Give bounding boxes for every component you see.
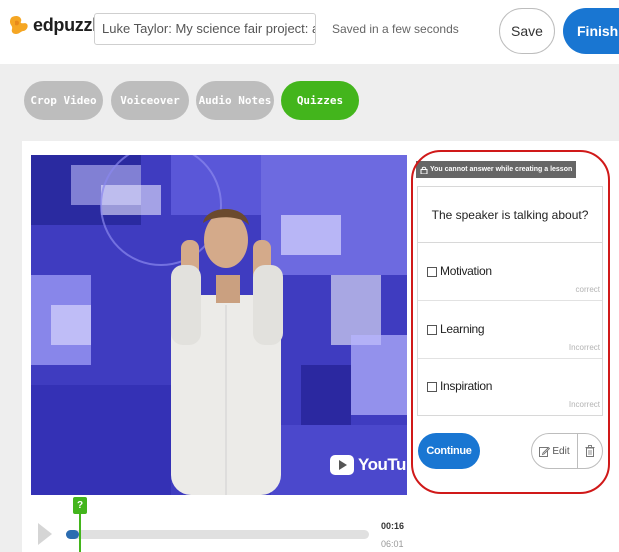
tab-quizzes[interactable]: Quizzes (281, 81, 359, 120)
play-icon[interactable] (38, 523, 52, 545)
answer-option[interactable]: Motivation correct (418, 244, 602, 301)
edpuzzle-logo[interactable]: edpuzzle (8, 14, 107, 36)
youtube-logo[interactable]: YouTube (330, 455, 425, 475)
edit-button[interactable]: Edit (532, 434, 578, 468)
save-button[interactable]: Save (499, 8, 555, 54)
saved-status: Saved in a few seconds (332, 22, 459, 36)
current-time: 00:16 (381, 521, 405, 531)
continue-button[interactable]: Continue (418, 433, 480, 469)
lesson-title-input[interactable]: Luke Taylor: My science fair project: a … (94, 13, 316, 45)
locked-notice: You cannot answer while creating a lesso… (416, 161, 577, 178)
answer-checkbox[interactable] (427, 382, 437, 392)
answer-checkbox[interactable] (427, 325, 437, 335)
finish-button[interactable]: Finish (563, 8, 619, 54)
tab-crop-video[interactable]: Crop Video (24, 81, 103, 120)
answer-status: correct (575, 285, 600, 294)
answer-option[interactable]: Inspiration Incorrect (418, 359, 602, 416)
lock-icon (420, 166, 428, 174)
tab-audio-notes[interactable]: Audio Notes (196, 81, 274, 120)
answer-label: Inspiration (440, 379, 493, 393)
delete-button[interactable] (578, 434, 602, 468)
question-text: The speaker is talking about? (418, 187, 602, 243)
edit-icon (539, 446, 551, 457)
answer-option[interactable]: Learning Incorrect (418, 302, 602, 359)
question-card: The speaker is talking about? Motivation… (417, 186, 603, 416)
youtube-play-icon (330, 455, 354, 475)
timeline-track[interactable] (66, 530, 369, 539)
answer-checkbox[interactable] (427, 267, 437, 277)
answer-label: Learning (440, 322, 485, 336)
puzzle-logo-icon (10, 15, 28, 35)
answer-status: Incorrect (568, 400, 600, 409)
total-time: 06:01 (381, 539, 404, 549)
timeline-progress (66, 530, 79, 539)
video-still (31, 155, 407, 495)
edit-delete-group: Edit (531, 433, 603, 469)
answer-status: Incorrect (568, 343, 600, 352)
trash-icon (585, 445, 595, 457)
youtube-wordmark: YouTube (358, 455, 425, 474)
answer-label: Motivation (440, 264, 492, 278)
video-frame[interactable] (31, 155, 407, 495)
top-bar: edpuzzle Luke Taylor: My science fair pr… (0, 0, 619, 64)
question-marker-line[interactable] (79, 514, 81, 552)
tab-voiceover[interactable]: Voiceover (111, 81, 189, 120)
locked-notice-text: You cannot answer while creating a lesso… (430, 166, 573, 173)
edit-label: Edit (552, 445, 570, 457)
question-marker[interactable]: ? (73, 497, 87, 514)
